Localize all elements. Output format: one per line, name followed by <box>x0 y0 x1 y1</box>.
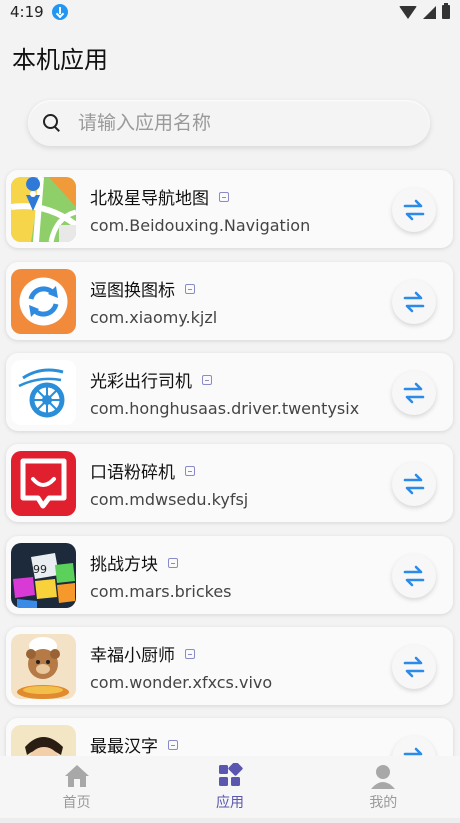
battery-icon <box>442 3 450 19</box>
nav-home-label: 首页 <box>62 794 91 811</box>
status-bar: 4:19 <box>0 0 460 24</box>
app-card[interactable]: 幸福小厨师 com.wonder.xfxcs.vivo <box>6 627 453 705</box>
nav-home[interactable]: 首页 <box>0 756 153 818</box>
tag-icon <box>168 739 178 750</box>
map-app-icon <box>11 177 76 242</box>
nav-apps[interactable]: 应用 <box>153 756 306 818</box>
app-name: 光彩出行司机 <box>90 367 212 392</box>
nav-mine-label: 我的 <box>369 794 398 811</box>
search-input[interactable] <box>78 112 408 134</box>
app-package: com.Beidouxing.Navigation <box>90 216 311 235</box>
app-name: 逗图换图标 <box>90 276 195 301</box>
app-name-text: 北极星导航地图 <box>90 189 209 209</box>
apps-grid-icon <box>218 762 243 786</box>
svg-text:99: 99 <box>33 563 47 576</box>
app-package: com.xiaomy.kjzl <box>90 308 218 327</box>
status-icons <box>399 3 450 19</box>
signal-icon <box>423 5 436 19</box>
smile-app-icon <box>11 451 76 516</box>
app-package: com.honghusaas.driver.twentysix <box>90 399 360 418</box>
swap-icon <box>403 382 425 404</box>
tag-icon <box>185 648 195 659</box>
tag-icon <box>185 283 195 294</box>
app-package: com.mars.brickes <box>90 582 232 601</box>
app-name: 口语粉碎机 <box>90 458 195 483</box>
app-name-text: 光彩出行司机 <box>90 372 192 392</box>
wheel-app-icon <box>11 360 76 425</box>
swap-button[interactable] <box>392 462 436 506</box>
app-card[interactable]: 北极星导航地图 com.Beidouxing.Navigation <box>6 170 453 248</box>
swap-button[interactable] <box>392 371 436 415</box>
app-name-text: 挑战方块 <box>90 555 158 575</box>
app-name: 北极星导航地图 <box>90 184 229 209</box>
app-card[interactable]: 99 挑战方块 com.mars.brickes <box>6 536 453 614</box>
app-card[interactable]: 光彩出行司机 com.honghusaas.driver.twentysix <box>6 353 453 431</box>
app-name: 挑战方块 <box>90 550 178 575</box>
home-icon <box>64 764 89 787</box>
app-name: 幸福小厨师 <box>90 641 195 666</box>
app-name: 最最汉字 <box>90 732 178 757</box>
app-card[interactable]: 口语粉碎机 com.mdwsedu.kyfsj <box>6 444 453 522</box>
app-card[interactable]: 逗图换图标 com.xiaomy.kjzl <box>6 262 453 340</box>
app-package: com.wonder.xfxcs.vivo <box>90 673 273 692</box>
search-icon <box>42 113 62 133</box>
tag-icon <box>168 557 178 568</box>
app-name-text: 幸福小厨师 <box>90 646 175 666</box>
nav-apps-label: 应用 <box>215 794 244 811</box>
refresh-app-icon <box>11 269 76 334</box>
chef-app-icon <box>11 634 76 699</box>
app-name-text: 最最汉字 <box>90 737 158 757</box>
swap-icon <box>403 291 425 313</box>
wifi-icon <box>399 5 417 19</box>
user-icon <box>371 764 396 789</box>
search-box[interactable] <box>28 100 430 146</box>
swap-icon <box>403 565 425 587</box>
tag-icon <box>185 465 195 476</box>
system-bottom-bar <box>0 818 460 823</box>
nav-mine[interactable]: 我的 <box>307 756 460 818</box>
bottom-nav: 首页 应用 我的 <box>0 756 460 818</box>
swap-icon <box>403 473 425 495</box>
app-name-text: 口语粉碎机 <box>90 463 175 483</box>
status-time: 4:19 <box>10 3 44 21</box>
swap-button[interactable] <box>392 645 436 689</box>
swap-icon <box>403 656 425 678</box>
app-package: com.mdwsedu.kyfsj <box>90 490 249 509</box>
swap-button[interactable] <box>392 280 436 324</box>
app-name-text: 逗图换图标 <box>90 281 175 301</box>
swap-icon <box>403 199 425 221</box>
swap-button[interactable] <box>392 554 436 598</box>
blocks-app-icon: 99 <box>11 543 76 608</box>
swap-button[interactable] <box>392 188 436 232</box>
download-icon <box>51 4 68 20</box>
tag-icon <box>219 191 229 202</box>
page-title: 本机应用 <box>12 46 108 74</box>
tag-icon <box>202 374 212 385</box>
